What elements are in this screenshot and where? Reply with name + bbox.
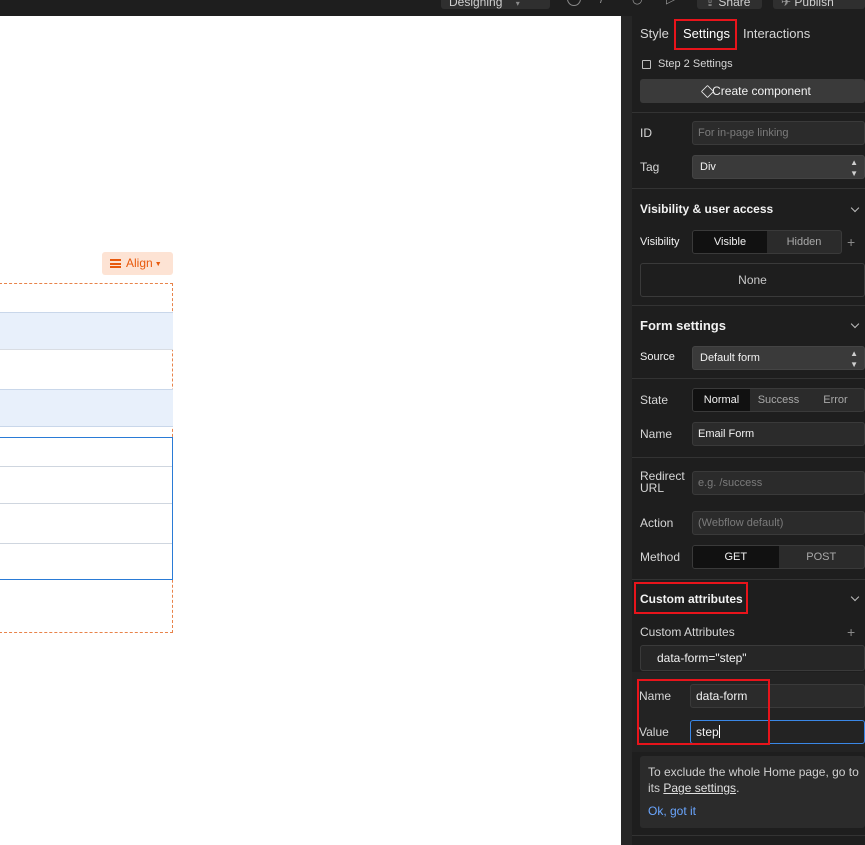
updown-icon: ▲ ▼ [850,158,858,178]
settings-tab-highlight [674,19,737,50]
tip-text-part2: . [736,781,740,795]
section-divider [632,378,865,379]
method-post-option[interactable]: POST [779,546,865,568]
rocket-icon: ✈ [781,0,792,9]
redirect-label-line2: URL [640,481,665,495]
page-settings-link[interactable]: Page settings [663,781,736,795]
field-divider [0,466,172,467]
tip-box: To exclude the whole Home page, go to it… [640,756,865,828]
align-label: Align [126,256,153,270]
action-input[interactable]: (Webflow default) [692,511,865,535]
design-canvas[interactable]: Align ▼ [0,16,621,845]
custom-attributes-list-label: Custom Attributes [640,625,735,639]
user-access-none[interactable]: None [640,263,865,297]
align-button[interactable]: Align ▼ [102,252,173,275]
create-component-button[interactable]: Create component [640,79,865,103]
id-input[interactable]: For in-page linking [692,121,865,145]
share-label: Share [718,0,751,9]
source-select[interactable]: Default form ▲ ▼ [692,346,865,370]
align-icon [110,259,121,268]
custom-attributes-highlight [634,582,748,614]
form-name-label: Name [640,427,673,441]
form-name-input[interactable]: Email Form [692,422,865,446]
tag-select[interactable]: Div ▲ ▼ [692,155,865,179]
chevron-down-icon: ▼ [154,261,162,268]
form-state-toggle[interactable]: Normal Success Error [692,388,865,412]
create-component-label: Create component [712,84,811,98]
mode-dropdown[interactable]: Designing ▾ [441,0,550,9]
section-divider [632,188,865,189]
method-get-option[interactable]: GET [693,546,779,568]
tab-interactions[interactable]: Interactions [743,26,810,41]
visibility-section-title: Visibility & user access [640,202,774,216]
custom-attribute-item[interactable]: data-form="step" [640,645,865,671]
comment-icon[interactable]: ◡ [632,0,642,5]
form-row-highlight [0,389,173,427]
element-checkbox-icon [642,60,651,69]
publish-button[interactable]: ✈ Publish [773,0,865,9]
redirect-url-label: Redirect URL [640,470,685,494]
section-divider [632,112,865,113]
tag-label: Tag [640,160,660,174]
add-attribute-plus-icon[interactable]: + [847,625,855,639]
form-row-divider [0,349,173,350]
source-label: Source [640,351,675,363]
visibility-visible-option[interactable]: Visible [693,231,767,253]
method-toggle[interactable]: GET POST [692,545,865,569]
section-divider [632,579,865,580]
top-toolbar: Designing ▾ / ◡ ▷ ⇪ Share ✈ Publish [0,0,865,16]
redirect-url-input[interactable]: e.g. /success [692,471,865,495]
id-label: ID [640,126,652,140]
step-2-outline[interactable] [0,437,173,580]
chevron-down-icon: ▾ [515,0,520,8]
code-icon[interactable]: / [600,0,603,5]
section-divider [632,305,865,306]
play-icon[interactable]: ▷ [666,0,675,5]
visibility-label: Visibility [640,236,680,248]
field-divider [0,543,172,544]
field-divider [0,503,172,504]
ok-got-it-link[interactable]: Ok, got it [648,804,696,818]
state-error-option[interactable]: Error [807,389,864,411]
source-value: Default form [700,352,760,364]
form-row-highlight [0,312,173,350]
mode-label: Designing [449,0,503,9]
section-divider [632,457,865,458]
action-label: Action [640,516,674,530]
tab-style[interactable]: Style [640,26,669,41]
state-normal-option[interactable]: Normal [693,389,750,411]
tag-value: Div [700,161,716,173]
settings-panel: Style Settings Interactions Step 2 Setti… [621,16,865,845]
updown-icon: ▲ ▼ [850,349,858,369]
plus-icon[interactable]: + [847,235,855,249]
chevron-down-icon[interactable] [850,203,860,213]
visibility-hidden-option[interactable]: Hidden [767,231,841,253]
history-icon[interactable] [567,0,581,6]
share-button[interactable]: ⇪ Share [697,0,762,9]
state-label: State [640,393,669,407]
name-value-highlight [637,679,770,745]
section-divider [632,835,865,836]
publish-label: Publish [794,0,834,9]
tip-text: To exclude the whole Home page, go to it… [648,764,860,796]
chevron-down-icon[interactable] [850,319,860,329]
method-label: Method [640,550,681,564]
chevron-down-icon[interactable] [850,592,860,602]
element-title: Step 2 Settings [658,58,733,70]
form-section-title: Form settings [640,318,726,333]
visibility-toggle[interactable]: Visible Hidden [692,230,842,254]
share-icon: ⇪ [705,0,716,9]
state-success-option[interactable]: Success [750,389,807,411]
